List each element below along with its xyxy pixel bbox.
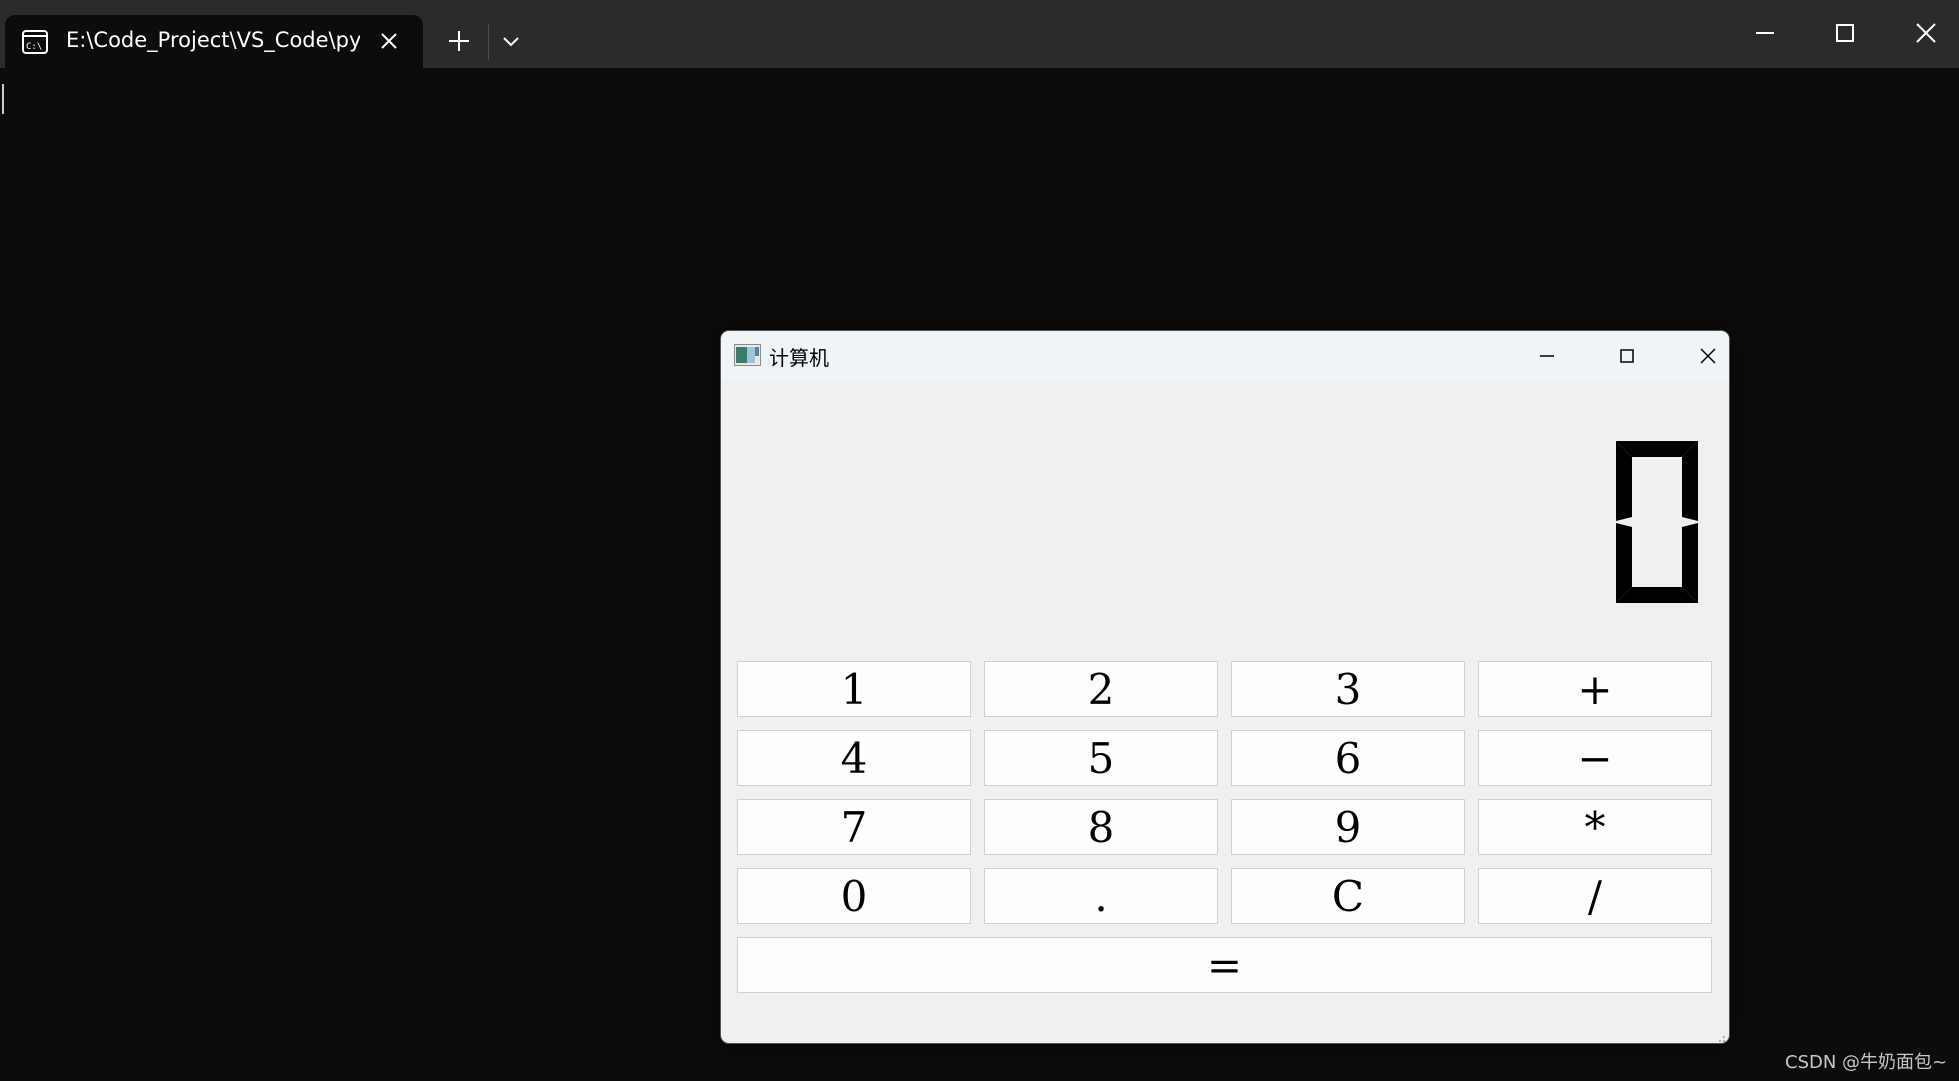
terminal-tab[interactable]: C:\ E:\Code_Project\VS_Code\pyc (5, 15, 423, 68)
digit-9-button[interactable]: 9 (1231, 799, 1465, 855)
terminal-icon: C:\ (22, 30, 48, 54)
calculator-titlebar[interactable]: 计算机 (721, 331, 1729, 381)
divide-button[interactable]: / (1478, 868, 1712, 924)
minimize-icon[interactable] (1750, 18, 1780, 48)
digit-3-button[interactable]: 3 (1231, 661, 1465, 717)
plus-button[interactable]: + (1478, 661, 1712, 717)
digit-6-button[interactable]: 6 (1231, 730, 1465, 786)
lcd-display (1616, 441, 1698, 603)
digit-7-button[interactable]: 7 (737, 799, 971, 855)
app-icon (734, 344, 761, 366)
tab-separator (488, 24, 489, 60)
digit-5-button[interactable]: 5 (984, 730, 1218, 786)
watermark: CSDN @牛奶面包~ (1785, 1052, 1948, 1073)
terminal-tab-title: E:\Code_Project\VS_Code\pyc (66, 28, 360, 52)
terminal-titlebar: C:\ E:\Code_Project\VS_Code\pyc (0, 0, 1959, 68)
window-title: 计算机 (769, 346, 829, 370)
digit-1-button[interactable]: 1 (737, 661, 971, 717)
digit-4-button[interactable]: 4 (737, 730, 971, 786)
digit-0-button[interactable]: 0 (737, 868, 971, 924)
close-icon[interactable] (377, 29, 401, 53)
chevron-down-icon[interactable] (500, 30, 522, 52)
text-cursor (2, 84, 4, 114)
digit-8-button[interactable]: 8 (984, 799, 1218, 855)
close-icon[interactable] (1911, 18, 1941, 48)
resize-grip-icon[interactable] (1714, 1028, 1726, 1042)
equals-button[interactable]: = (737, 937, 1712, 993)
minus-button[interactable]: − (1478, 730, 1712, 786)
calculator-window: 计算机 1 2 3 + 4 5 6 − 7 8 9 * 0 . C / = (720, 330, 1730, 1044)
multiply-button[interactable]: * (1478, 799, 1712, 855)
digit-2-button[interactable]: 2 (984, 661, 1218, 717)
decimal-point-button[interactable]: . (984, 868, 1218, 924)
maximize-icon[interactable] (1612, 341, 1642, 371)
clear-button[interactable]: C (1231, 868, 1465, 924)
minimize-icon[interactable] (1532, 341, 1562, 371)
maximize-icon[interactable] (1830, 18, 1860, 48)
close-icon[interactable] (1693, 341, 1723, 371)
svg-text:C:\: C:\ (26, 42, 42, 52)
plus-icon[interactable] (446, 28, 472, 54)
